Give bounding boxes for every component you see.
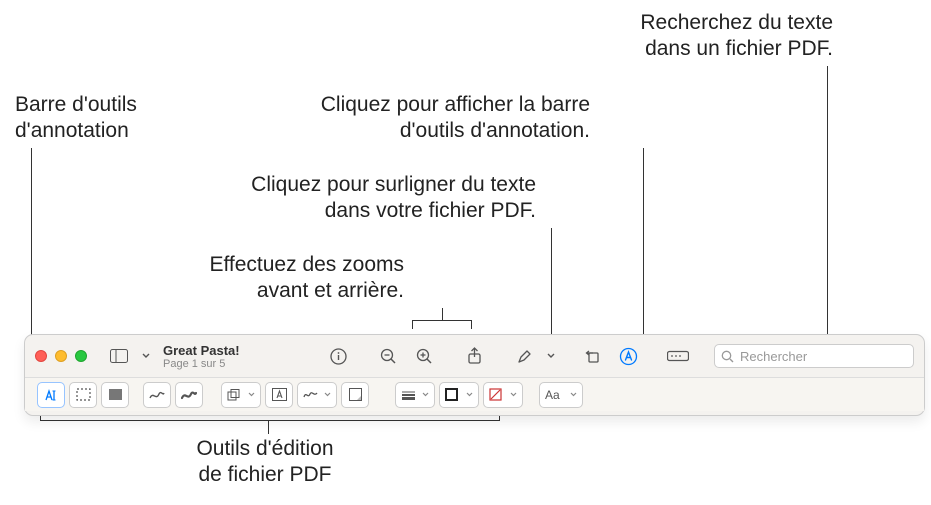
- zoom-out-button[interactable]: [374, 342, 402, 370]
- callout-edit-tools: Outils d'éditionde fichier PDF: [170, 436, 360, 489]
- form-fields-button[interactable]: [664, 342, 692, 370]
- sign-tool[interactable]: [297, 382, 337, 408]
- titlebar: Great Pasta! Page 1 sur 5: [25, 335, 924, 377]
- highlight-button[interactable]: [510, 342, 538, 370]
- title-block: Great Pasta! Page 1 sur 5: [163, 343, 293, 370]
- leader: [442, 308, 443, 320]
- zoom-window-icon[interactable]: [75, 350, 87, 362]
- highlight-menu-chevron[interactable]: [546, 353, 556, 359]
- stroke-style-tool[interactable]: [395, 382, 435, 408]
- search-field[interactable]: Rechercher: [714, 344, 914, 368]
- page-indicator: Page 1 sur 5: [163, 358, 293, 370]
- callout-search: Recherchez du textedans un fichier PDF.: [543, 10, 833, 63]
- shapes-tool[interactable]: [221, 382, 261, 408]
- text-style-tool[interactable]: Aa: [539, 382, 583, 408]
- document-title: Great Pasta!: [163, 343, 293, 358]
- markup-toolbar-button[interactable]: [614, 342, 642, 370]
- leader: [827, 66, 828, 340]
- leader: [643, 148, 644, 340]
- search-placeholder: Rechercher: [740, 349, 807, 364]
- callout-highlight: Cliquez pour surligner du textedans votr…: [196, 172, 536, 225]
- info-button[interactable]: [324, 342, 352, 370]
- preview-window: Great Pasta! Page 1 sur 5: [24, 334, 925, 416]
- callout-annot-toolbar: Barre d'outilsd'annotation: [15, 92, 155, 145]
- draw-tool[interactable]: [175, 382, 203, 408]
- note-tool[interactable]: [341, 382, 369, 408]
- stroke-color-tool[interactable]: [439, 382, 479, 408]
- bracket-edit: [40, 420, 500, 421]
- zoom-in-button[interactable]: [410, 342, 438, 370]
- callout-show-annot: Cliquez pour afficher la barred'outils d…: [270, 92, 590, 145]
- redact-tool[interactable]: [101, 382, 129, 408]
- text-selection-tool[interactable]: [37, 382, 65, 408]
- rotate-button[interactable]: [578, 342, 606, 370]
- fill-color-tool[interactable]: [483, 382, 523, 408]
- share-button[interactable]: [460, 342, 488, 370]
- leader: [268, 421, 269, 434]
- sketch-tool[interactable]: [143, 382, 171, 408]
- minimize-icon[interactable]: [55, 350, 67, 362]
- window-controls: [35, 350, 87, 362]
- search-icon: [721, 350, 734, 363]
- sidebar-menu-chevron[interactable]: [141, 353, 151, 359]
- callout-zoom: Effectuez des zoomsavant et arrière.: [204, 252, 404, 305]
- rect-selection-tool[interactable]: [69, 382, 97, 408]
- sidebar-button[interactable]: [105, 342, 133, 370]
- markup-toolbar: Aa: [25, 377, 924, 411]
- close-icon[interactable]: [35, 350, 47, 362]
- leader: [551, 228, 552, 340]
- text-box-tool[interactable]: [265, 382, 293, 408]
- bracket-zoom: [412, 320, 472, 321]
